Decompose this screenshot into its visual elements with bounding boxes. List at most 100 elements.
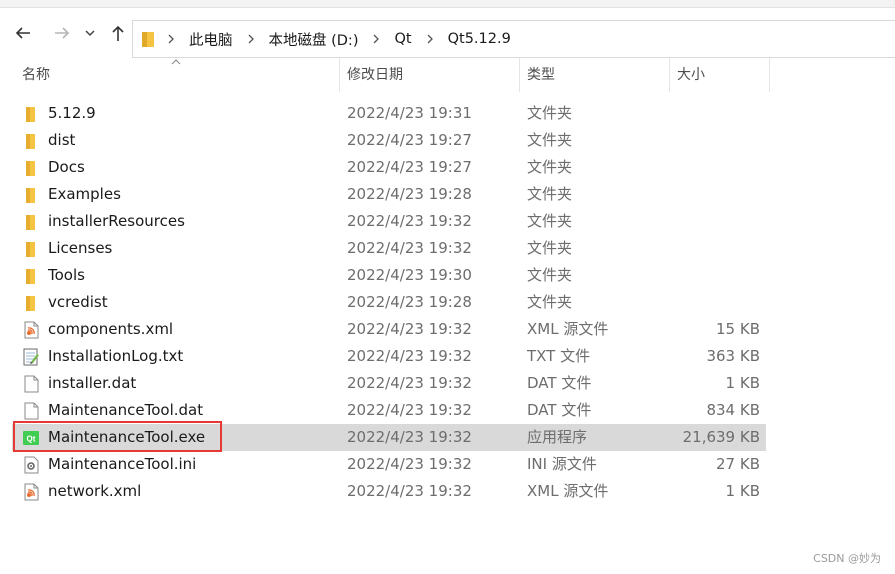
file-name: MaintenanceTool.dat bbox=[48, 401, 204, 419]
file-icon bbox=[22, 375, 40, 393]
file-row[interactable]: Tools 2022/4/23 19:30 文件夹 bbox=[12, 262, 766, 289]
folder-icon bbox=[22, 105, 40, 123]
column-header-date[interactable]: 修改日期 bbox=[347, 58, 403, 92]
file-date: 2022/4/23 19:28 bbox=[347, 293, 472, 311]
file-date: 2022/4/23 19:32 bbox=[347, 212, 472, 230]
file-row[interactable]: network.xml 2022/4/23 19:32 XML 源文件 1 KB bbox=[12, 478, 766, 505]
file-date: 2022/4/23 19:28 bbox=[347, 185, 472, 203]
up-button[interactable] bbox=[107, 22, 129, 44]
folder-icon bbox=[22, 213, 40, 231]
folder-icon bbox=[22, 267, 40, 285]
file-row[interactable]: MaintenanceTool.dat 2022/4/23 19:32 DAT 文件… bbox=[12, 397, 766, 424]
arrow-right-icon bbox=[55, 27, 70, 39]
column-header-size[interactable]: 大小 bbox=[677, 58, 705, 92]
chevron-down-icon bbox=[85, 30, 95, 37]
breadcrumb-qt5-12-9[interactable]: Qt5.12.9 bbox=[448, 31, 511, 47]
file-row[interactable]: Docs 2022/4/23 19:27 文件夹 bbox=[12, 154, 766, 181]
folder-icon bbox=[22, 132, 40, 150]
breadcrumb-separator[interactable] bbox=[426, 34, 434, 44]
column-divider[interactable] bbox=[669, 58, 670, 92]
file-type: TXT 文件 bbox=[527, 347, 591, 365]
file-name: dist bbox=[48, 131, 76, 149]
file-name: 5.12.9 bbox=[48, 104, 96, 122]
file-date: 2022/4/23 19:32 bbox=[347, 320, 472, 338]
column-header-type[interactable]: 类型 bbox=[527, 58, 555, 92]
text-file-icon bbox=[22, 348, 40, 366]
file-type: INI 源文件 bbox=[527, 455, 597, 473]
file-date: 2022/4/23 19:32 bbox=[347, 428, 472, 446]
file-date: 2022/4/23 19:32 bbox=[347, 374, 472, 392]
column-divider[interactable] bbox=[339, 58, 340, 92]
file-row[interactable]: Examples 2022/4/23 19:28 文件夹 bbox=[12, 181, 766, 208]
navigation-bar: 此电脑 本地磁盘 (D:) Qt Qt5.12.9 bbox=[0, 8, 895, 58]
folder-icon bbox=[22, 186, 40, 204]
file-row[interactable]: MaintenanceTool.ini 2022/4/23 19:32 INI 源文… bbox=[12, 451, 766, 478]
file-date: 2022/4/23 19:32 bbox=[347, 482, 472, 500]
breadcrumb-qt[interactable]: Qt bbox=[394, 31, 411, 47]
column-divider[interactable] bbox=[769, 58, 770, 92]
address-bar[interactable]: 此电脑 本地磁盘 (D:) Qt Qt5.12.9 bbox=[132, 20, 895, 58]
file-row[interactable]: installerResources 2022/4/23 19:32 文件夹 bbox=[12, 208, 766, 235]
forward-button[interactable] bbox=[51, 22, 73, 44]
folder-icon bbox=[22, 294, 40, 312]
file-name: installerResources bbox=[48, 212, 185, 230]
file-date: 2022/4/23 19:31 bbox=[347, 104, 472, 122]
folder-icon bbox=[22, 240, 40, 258]
file-type: XML 源文件 bbox=[527, 482, 609, 500]
window-top-strip bbox=[0, 0, 895, 8]
folder-icon bbox=[142, 32, 154, 47]
file-date: 2022/4/23 19:32 bbox=[347, 347, 472, 365]
back-button[interactable] bbox=[12, 22, 34, 44]
file-name: installer.dat bbox=[48, 374, 137, 392]
file-row[interactable]: InstallationLog.txt 2022/4/23 19:32 TXT 文件… bbox=[12, 343, 766, 370]
file-date: 2022/4/23 19:32 bbox=[347, 401, 472, 419]
column-header-name[interactable]: 名称 bbox=[22, 58, 50, 92]
file-date: 2022/4/23 19:30 bbox=[347, 266, 472, 284]
breadcrumb-local-disk[interactable]: 本地磁盘 (D:) bbox=[269, 29, 359, 50]
xml-file-icon bbox=[22, 321, 40, 339]
file-name: network.xml bbox=[48, 482, 142, 500]
file-type: XML 源文件 bbox=[527, 320, 609, 338]
file-type: DAT 文件 bbox=[527, 401, 592, 419]
file-name: MaintenanceTool.ini bbox=[48, 455, 197, 473]
file-type: 文件夹 bbox=[527, 131, 573, 149]
file-name: vcredist bbox=[48, 293, 108, 311]
file-size: 1 KB bbox=[725, 374, 760, 392]
file-type: 文件夹 bbox=[527, 212, 573, 230]
file-type: 文件夹 bbox=[527, 185, 573, 203]
breadcrumb-separator[interactable] bbox=[167, 34, 175, 44]
file-type: 应用程序 bbox=[527, 428, 588, 446]
file-name: InstallationLog.txt bbox=[48, 347, 184, 365]
breadcrumb-separator[interactable] bbox=[372, 34, 380, 44]
file-row[interactable]: 5.12.9 2022/4/23 19:31 文件夹 bbox=[12, 100, 766, 127]
file-size: 27 KB bbox=[716, 455, 760, 473]
arrow-left-icon bbox=[15, 27, 30, 39]
folder-icon bbox=[22, 159, 40, 177]
file-name: Examples bbox=[48, 185, 121, 203]
file-type: 文件夹 bbox=[527, 266, 573, 284]
file-icon bbox=[22, 402, 40, 420]
file-row[interactable]: vcredist 2022/4/23 19:28 文件夹 bbox=[12, 289, 766, 316]
file-size: 21,639 KB bbox=[682, 428, 760, 446]
column-divider[interactable] bbox=[519, 58, 520, 92]
column-header-row: 名称 修改日期 类型 大小 bbox=[0, 58, 895, 92]
file-name: components.xml bbox=[48, 320, 174, 338]
file-row[interactable]: dist 2022/4/23 19:27 文件夹 bbox=[12, 127, 766, 154]
ini-file-icon bbox=[22, 456, 40, 474]
file-row[interactable]: Licenses 2022/4/23 19:32 文件夹 bbox=[12, 235, 766, 262]
xml-file-icon bbox=[22, 483, 40, 501]
file-row[interactable]: installer.dat 2022/4/23 19:32 DAT 文件 1 KB bbox=[12, 370, 766, 397]
file-size: 834 KB bbox=[706, 401, 760, 419]
recent-locations-button[interactable] bbox=[82, 22, 98, 44]
file-date: 2022/4/23 19:32 bbox=[347, 455, 472, 473]
file-type: 文件夹 bbox=[527, 158, 573, 176]
file-date: 2022/4/23 19:32 bbox=[347, 239, 472, 257]
file-name: Docs bbox=[48, 158, 85, 176]
sort-ascending-icon bbox=[171, 59, 181, 65]
breadcrumb-separator[interactable] bbox=[247, 34, 255, 44]
file-type: 文件夹 bbox=[527, 293, 573, 311]
highlight-annotation bbox=[13, 421, 222, 452]
breadcrumb-this-pc[interactable]: 此电脑 bbox=[189, 29, 233, 50]
file-size: 15 KB bbox=[716, 320, 760, 338]
file-row[interactable]: components.xml 2022/4/23 19:32 XML 源文件 15 K… bbox=[12, 316, 766, 343]
